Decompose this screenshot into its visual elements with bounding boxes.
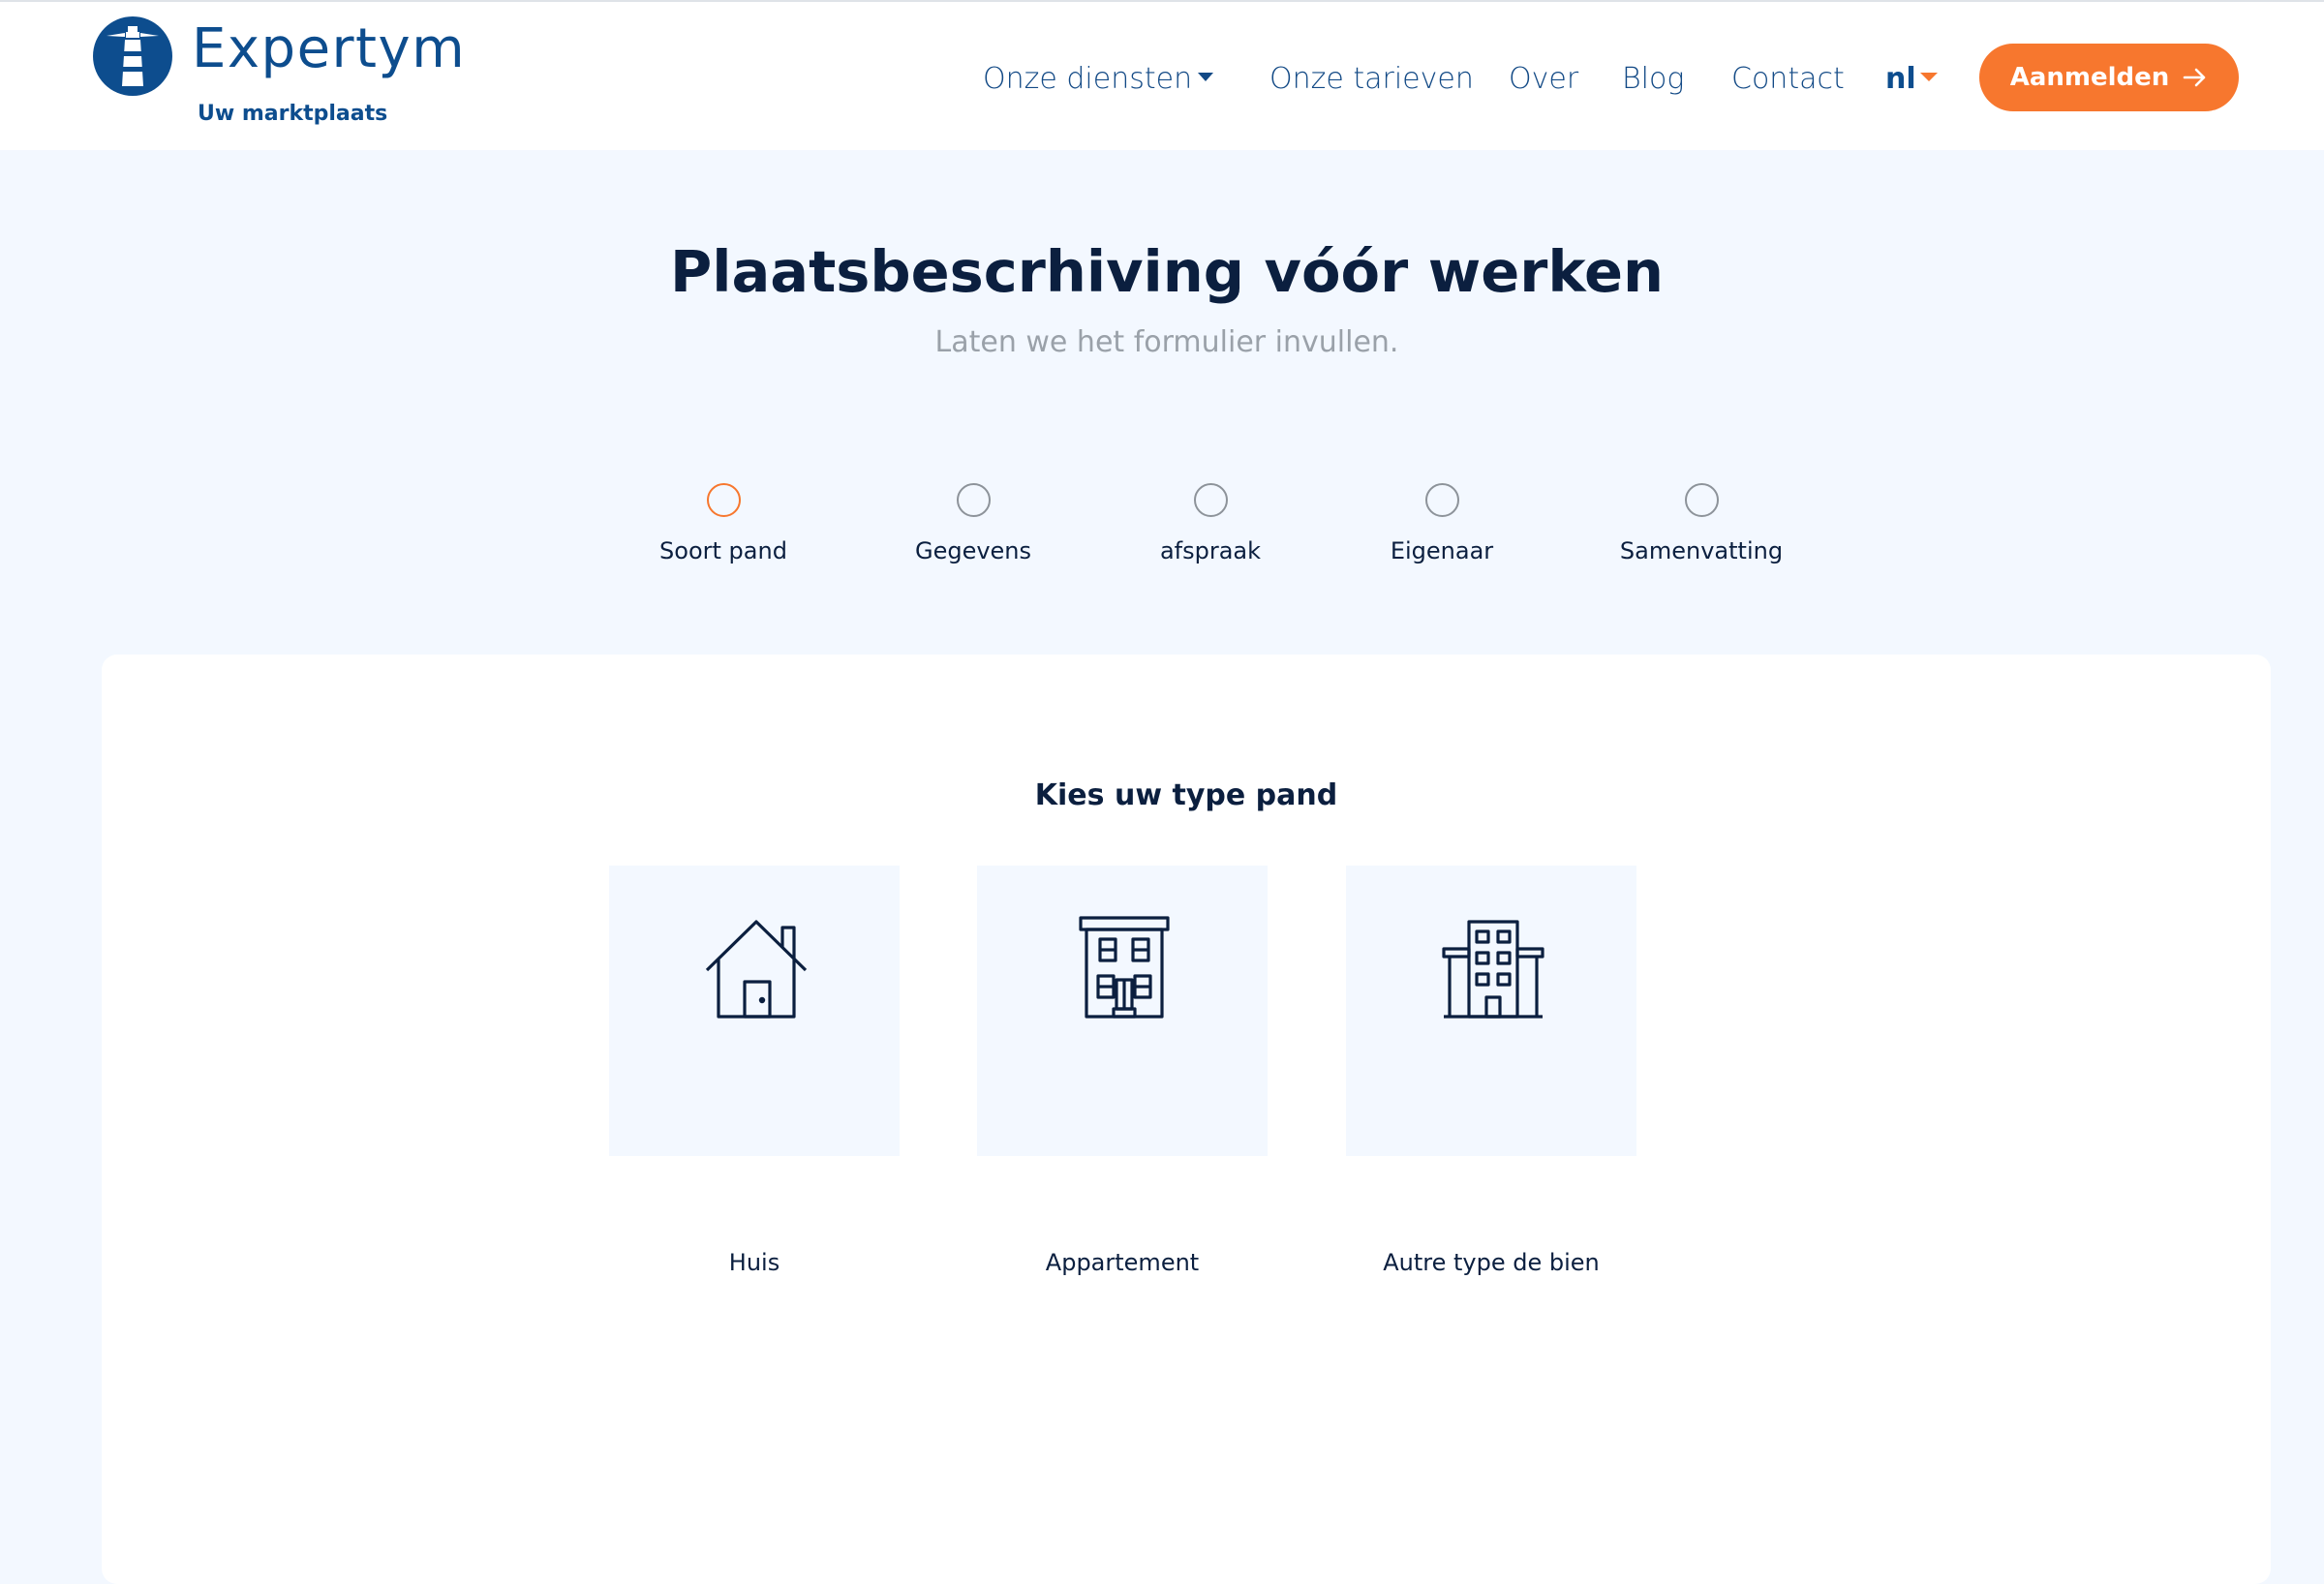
caret-down-icon bbox=[1198, 73, 1214, 81]
caret-down-icon bbox=[1919, 73, 1938, 81]
step-samenvatting[interactable]: Samenvatting bbox=[1585, 483, 1818, 565]
office-building-icon bbox=[1442, 920, 1544, 1019]
nav-item-label: Onze diensten bbox=[983, 62, 1193, 96]
nav-item-label: Over bbox=[1509, 62, 1579, 96]
option-appartement[interactable]: Appartement bbox=[977, 866, 1268, 1276]
site-header: Expertym Uw marktplaats Onze diensten On… bbox=[0, 2, 2324, 150]
step-indicator bbox=[1193, 483, 1228, 517]
step-afspraak[interactable]: afspraak bbox=[1094, 483, 1327, 565]
option-autre-type[interactable]: Autre type de bien bbox=[1346, 866, 1636, 1276]
nav-item-blog[interactable]: Blog bbox=[1622, 62, 1684, 97]
option-label: Huis bbox=[728, 1249, 780, 1276]
option-label: Appartement bbox=[1045, 1249, 1200, 1276]
step-label: afspraak bbox=[1159, 537, 1262, 564]
step-indicator bbox=[1684, 483, 1719, 517]
step-indicator bbox=[706, 483, 741, 517]
language-label: nl bbox=[1885, 62, 1916, 96]
signup-button[interactable]: Aanmelden bbox=[1979, 44, 2239, 111]
step-label: Gegevens bbox=[914, 537, 1032, 564]
language-selector[interactable]: nl bbox=[1885, 62, 1938, 97]
page-subtitle: Laten we het formulier invullen. bbox=[934, 325, 1399, 359]
step-label: Soort pand bbox=[659, 537, 787, 564]
brand-logo-link[interactable]: Expertym Uw marktplaats bbox=[93, 16, 500, 142]
apartment-building-icon bbox=[1079, 916, 1170, 1019]
brand-tagline: Uw marktplaats bbox=[198, 102, 388, 126]
step-gegevens[interactable]: Gegevens bbox=[857, 483, 1089, 565]
nav-item-onze-tarieven[interactable]: Onze tarieven bbox=[1269, 62, 1474, 97]
signup-button-label: Aanmelden bbox=[2009, 63, 2170, 92]
option-label: Autre type de bien bbox=[1383, 1249, 1600, 1276]
card-title: Kies uw type pand bbox=[1034, 778, 1338, 812]
property-type-card: Kies uw type pand Huis Appartement Autre… bbox=[102, 655, 2271, 1584]
lighthouse-logo-icon bbox=[93, 16, 172, 96]
page-title: Plaatsbescrhiving vóór werken bbox=[670, 238, 1664, 305]
step-label: Eigenaar bbox=[1390, 537, 1494, 564]
arrow-right-icon bbox=[2183, 68, 2206, 87]
house-icon bbox=[705, 920, 808, 1019]
step-eigenaar[interactable]: Eigenaar bbox=[1326, 483, 1558, 565]
nav-item-label: Contact bbox=[1731, 62, 1845, 96]
step-soort-pand[interactable]: Soort pand bbox=[607, 483, 840, 565]
step-indicator bbox=[1424, 483, 1459, 517]
option-huis[interactable]: Huis bbox=[609, 866, 900, 1276]
step-indicator bbox=[956, 483, 991, 517]
step-label: Samenvatting bbox=[1619, 537, 1784, 564]
nav-item-contact[interactable]: Contact bbox=[1731, 62, 1845, 97]
brand-name: Expertym bbox=[192, 17, 467, 80]
nav-item-label: Onze tarieven bbox=[1269, 62, 1474, 96]
nav-item-over[interactable]: Over bbox=[1509, 62, 1578, 97]
nav-item-onze-diensten[interactable]: Onze diensten bbox=[983, 62, 1214, 97]
nav-item-label: Blog bbox=[1622, 62, 1685, 96]
